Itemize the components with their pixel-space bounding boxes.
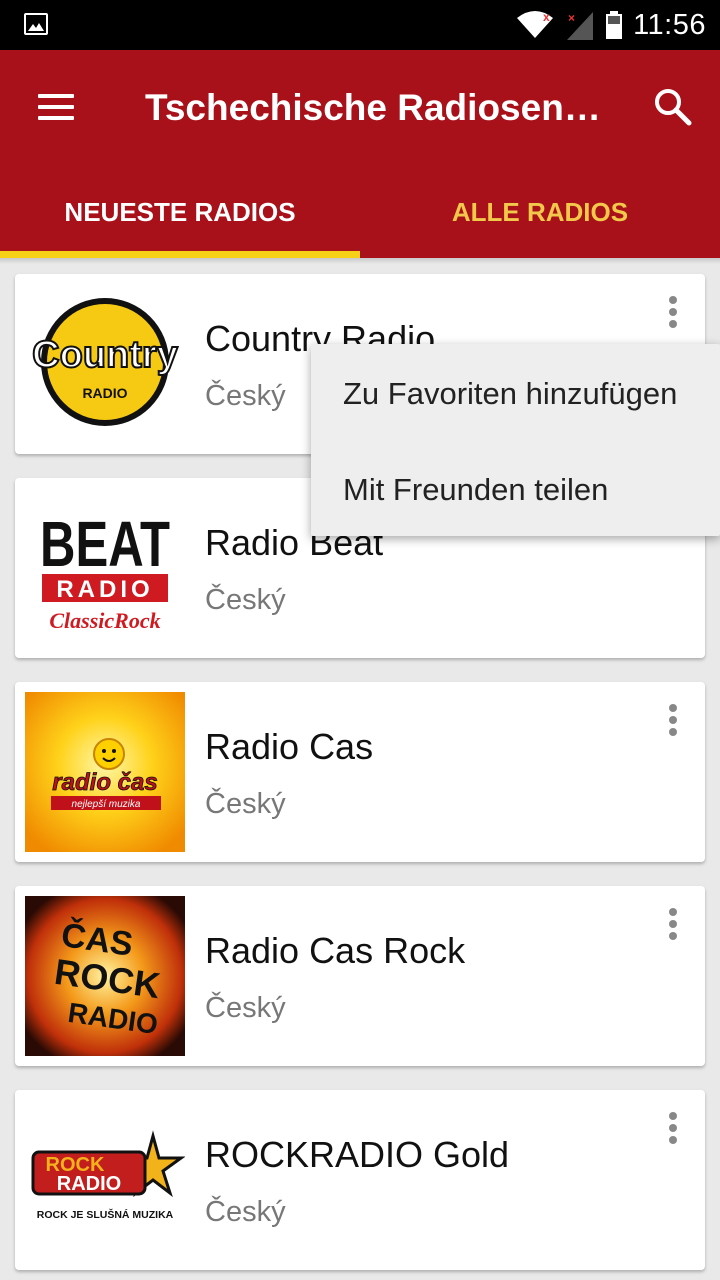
tab-bar: NEUESTE RADIOS ALLE RADIOS bbox=[0, 180, 720, 258]
menu-item-add-to-favorites[interactable]: Zu Favoriten hinzufügen bbox=[343, 376, 677, 412]
station-card-radio-cas-rock[interactable]: ČAS ROCK RADIO Radio Cas Rock Český bbox=[15, 886, 705, 1066]
wifi-icon: x bbox=[517, 10, 554, 38]
svg-text:nejlepší muzika: nejlepší muzika bbox=[72, 799, 141, 810]
station-language: Český bbox=[205, 992, 286, 1024]
app-bar: Tschechische Radiosender NEUESTE RADIOS … bbox=[0, 50, 720, 258]
more-options-icon[interactable] bbox=[665, 908, 681, 942]
station-language: Český bbox=[205, 380, 286, 412]
svg-text:ROCK JE SLUŠNÁ MUZIKA: ROCK JE SLUŠNÁ MUZIKA bbox=[37, 1208, 174, 1221]
tab-label: NEUESTE RADIOS bbox=[64, 197, 296, 227]
battery-icon bbox=[606, 11, 623, 39]
station-name: Radio Cas bbox=[205, 726, 374, 767]
tab-alle-radios[interactable]: ALLE RADIOS bbox=[360, 180, 720, 258]
station-language: Český bbox=[205, 584, 286, 616]
menu-item-share-with-friends[interactable]: Mit Freunden teilen bbox=[343, 472, 608, 508]
station-language: Český bbox=[205, 788, 286, 820]
rockradio-gold-logo: ROCK RADIO ROCK JE SLUŠNÁ MUZIKA bbox=[25, 1100, 185, 1260]
more-options-icon[interactable] bbox=[665, 296, 681, 330]
tab-indicator bbox=[0, 251, 360, 258]
status-bar: x × 11:56 bbox=[0, 0, 720, 50]
tab-neueste-radios[interactable]: NEUESTE RADIOS bbox=[0, 180, 360, 258]
tab-label: ALLE RADIOS bbox=[451, 197, 629, 227]
svg-text:Country: Country bbox=[32, 334, 178, 376]
more-options-icon[interactable] bbox=[665, 1112, 681, 1146]
station-name: ROCKRADIO Gold bbox=[205, 1134, 510, 1175]
image-notification-icon bbox=[24, 13, 48, 35]
hamburger-menu-icon[interactable] bbox=[38, 94, 74, 120]
svg-text:x: x bbox=[543, 10, 550, 24]
station-card-rockradio-gold[interactable]: ROCK RADIO ROCK JE SLUŠNÁ MUZIKA ROCKRAD… bbox=[15, 1090, 705, 1270]
svg-text:RADIO: RADIO bbox=[56, 576, 153, 603]
app-title: Tschechische Radiosender bbox=[145, 87, 615, 128]
overflow-popup-menu: Zu Favoriten hinzufügen Mit Freunden tei… bbox=[311, 344, 720, 536]
more-options-icon[interactable] bbox=[665, 704, 681, 738]
svg-text:RADIO: RADIO bbox=[82, 385, 127, 401]
radio-beat-logo: BEAT RADIO ClassicRock bbox=[25, 488, 185, 648]
radio-cas-rock-logo: ČAS ROCK RADIO bbox=[25, 896, 185, 1056]
svg-text:×: × bbox=[568, 11, 575, 25]
svg-text:ClassicRock: ClassicRock bbox=[49, 608, 160, 633]
search-icon[interactable] bbox=[652, 86, 692, 126]
radio-cas-logo: radio čas nejlepší muzika bbox=[25, 692, 185, 852]
app-bar-shadow bbox=[0, 258, 720, 264]
svg-text:radio čas: radio čas bbox=[52, 769, 157, 796]
status-time: 11:56 bbox=[633, 8, 706, 41]
svg-text:BEAT: BEAT bbox=[40, 508, 170, 580]
station-name: Radio Cas Rock bbox=[205, 930, 466, 971]
cell-signal-no-data-icon: × bbox=[567, 11, 594, 40]
svg-text:RADIO: RADIO bbox=[57, 1173, 121, 1195]
country-radio-logo: Country RADIO bbox=[25, 284, 185, 444]
station-card-radio-cas[interactable]: radio čas nejlepší muzika Radio Cas Česk… bbox=[15, 682, 705, 862]
station-language: Český bbox=[205, 1196, 286, 1228]
